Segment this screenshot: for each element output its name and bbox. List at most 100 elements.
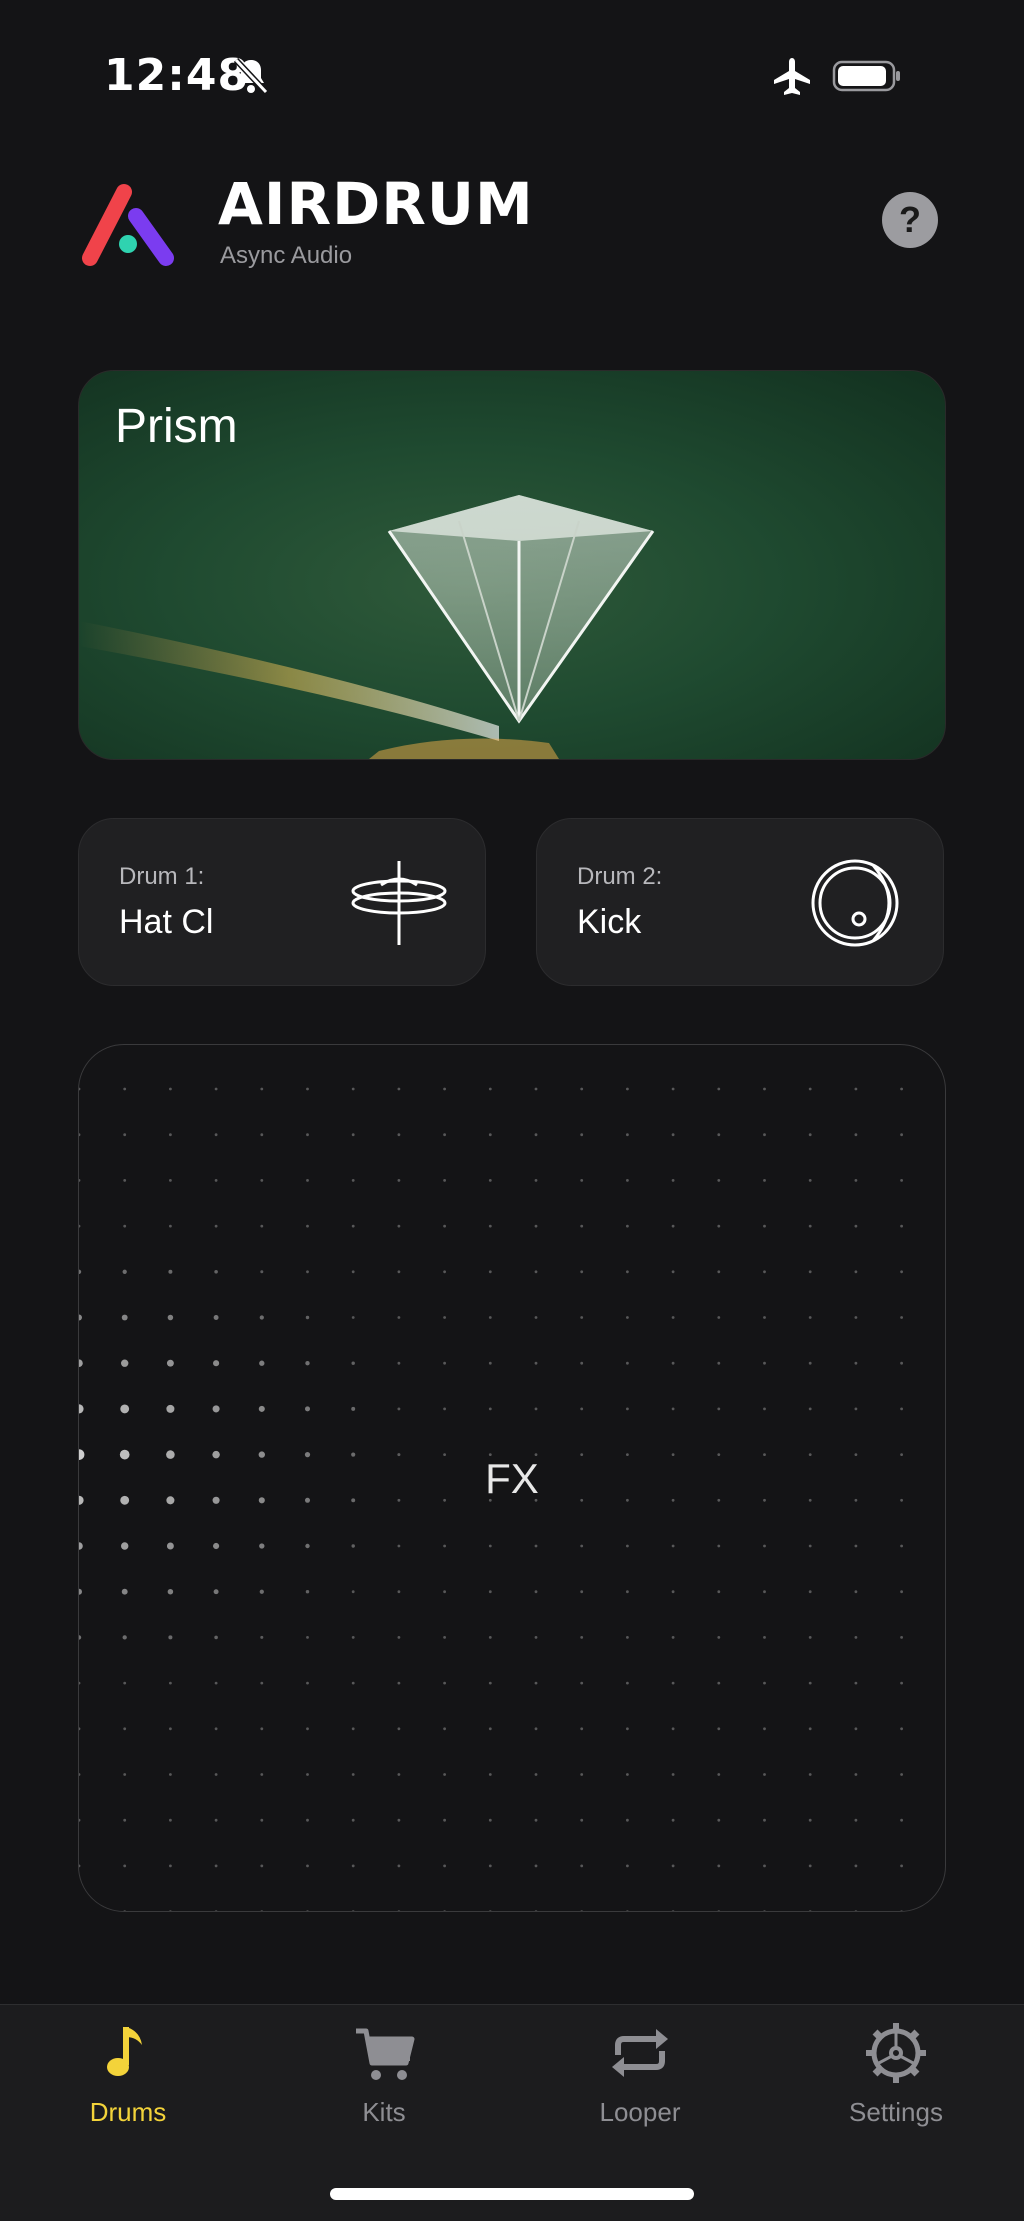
fx-dot	[763, 1773, 766, 1776]
fx-dot	[580, 1361, 584, 1365]
fx-dot	[580, 1133, 584, 1137]
fx-dot	[397, 1910, 401, 1911]
fx-dot	[626, 1133, 629, 1137]
fx-dot	[351, 1590, 355, 1594]
fx-dot	[351, 1179, 355, 1182]
fx-pad[interactable]: FX	[78, 1044, 946, 1912]
fx-dot	[443, 1407, 446, 1411]
fx-dot	[169, 1179, 172, 1182]
fx-dot	[123, 1681, 127, 1685]
fx-dot	[397, 1224, 401, 1228]
fx-dot	[763, 1590, 766, 1594]
fx-dot	[854, 1636, 858, 1639]
help-button[interactable]: ?	[882, 192, 938, 248]
fx-dot	[626, 1818, 629, 1822]
fx-dot	[671, 1179, 675, 1182]
fx-dot	[488, 1590, 492, 1594]
fx-dot	[626, 1681, 629, 1685]
fx-dot	[123, 1773, 127, 1776]
tab-kits[interactable]: Kits	[256, 2005, 512, 2135]
fx-dot	[671, 1681, 675, 1685]
tab-settings[interactable]: Settings	[768, 2005, 1024, 2135]
tab-kits-label: Kits	[362, 2097, 406, 2127]
fx-dot	[306, 1133, 309, 1137]
fx-dot	[305, 1315, 310, 1320]
fx-dot	[122, 1269, 127, 1274]
fx-dot	[717, 1727, 721, 1731]
fx-dot	[397, 1316, 401, 1319]
fx-dot	[671, 1864, 675, 1868]
fx-dot	[166, 1359, 174, 1367]
fx-dot	[260, 1818, 264, 1822]
fx-dot	[580, 1590, 584, 1594]
fx-dot	[900, 1361, 903, 1365]
fx-dot	[79, 1773, 81, 1776]
fx-dot	[671, 1133, 675, 1137]
fx-dot	[79, 1818, 81, 1822]
fx-dot	[763, 1224, 766, 1228]
fx-dot	[79, 1224, 81, 1228]
fx-dot	[351, 1316, 355, 1319]
fx-dot	[854, 1407, 858, 1411]
fx-dot	[854, 1544, 858, 1548]
fx-dot	[488, 1818, 492, 1822]
drum-1-label: Drum 1:	[119, 863, 205, 890]
fx-dot	[580, 1270, 584, 1274]
fx-dot	[626, 1544, 629, 1548]
drum-2-pad[interactable]: Drum 2: Kick	[536, 818, 944, 986]
fx-dot	[260, 1179, 264, 1182]
tab-settings-label: Settings	[849, 2097, 943, 2127]
fx-dot	[443, 1133, 446, 1137]
fx-dot	[900, 1681, 903, 1685]
fx-dot	[580, 1773, 584, 1776]
fx-dot	[305, 1361, 310, 1366]
fx-dot	[213, 1360, 220, 1367]
fx-dot	[534, 1590, 538, 1594]
fx-dot	[351, 1406, 356, 1411]
fx-dot	[717, 1818, 721, 1822]
fx-dot	[534, 1910, 538, 1911]
fx-dot	[260, 1681, 264, 1685]
airplane-mode-icon	[774, 58, 810, 95]
fx-dot	[808, 1407, 812, 1411]
fx-dot	[626, 1316, 629, 1319]
fx-dot	[443, 1087, 446, 1091]
drum-2-label: Drum 2:	[577, 863, 663, 890]
fx-dot	[214, 1910, 218, 1911]
kit-card[interactable]: Prism	[78, 370, 946, 760]
app-logo-icon	[82, 184, 174, 266]
fx-dot	[763, 1544, 766, 1548]
fx-dot	[717, 1407, 721, 1411]
fx-dot	[488, 1407, 492, 1411]
fx-dot	[351, 1133, 355, 1137]
fx-dot	[763, 1681, 766, 1685]
fx-dot	[306, 1636, 309, 1639]
tab-looper[interactable]: Looper	[512, 2005, 768, 2135]
fx-dot	[214, 1681, 218, 1685]
fx-dot	[397, 1590, 401, 1594]
fx-dot	[534, 1727, 538, 1731]
fx-dot	[580, 1727, 584, 1731]
fx-dot	[626, 1590, 629, 1594]
fx-dot	[763, 1727, 766, 1731]
fx-dot	[123, 1818, 127, 1822]
fx-dot	[443, 1179, 446, 1182]
fx-dot	[169, 1133, 172, 1137]
tab-drums[interactable]: Drums	[0, 2005, 256, 2135]
fx-dot	[123, 1727, 127, 1731]
fx-dot	[808, 1681, 812, 1685]
fx-dot	[580, 1544, 584, 1548]
fx-dot	[79, 1727, 81, 1731]
fx-dot	[351, 1818, 355, 1822]
drum-1-pad[interactable]: Drum 1: Hat Cl	[78, 818, 486, 986]
fx-dot	[580, 1179, 584, 1182]
fx-dot	[79, 1269, 82, 1274]
fx-dot	[79, 1864, 81, 1868]
fx-dot	[763, 1316, 766, 1319]
fx-dot	[306, 1910, 309, 1911]
fx-dot	[306, 1864, 309, 1868]
fx-dot	[626, 1773, 629, 1776]
fx-dot	[671, 1818, 675, 1822]
fx-dot	[79, 1588, 82, 1595]
fx-dot	[443, 1910, 446, 1911]
